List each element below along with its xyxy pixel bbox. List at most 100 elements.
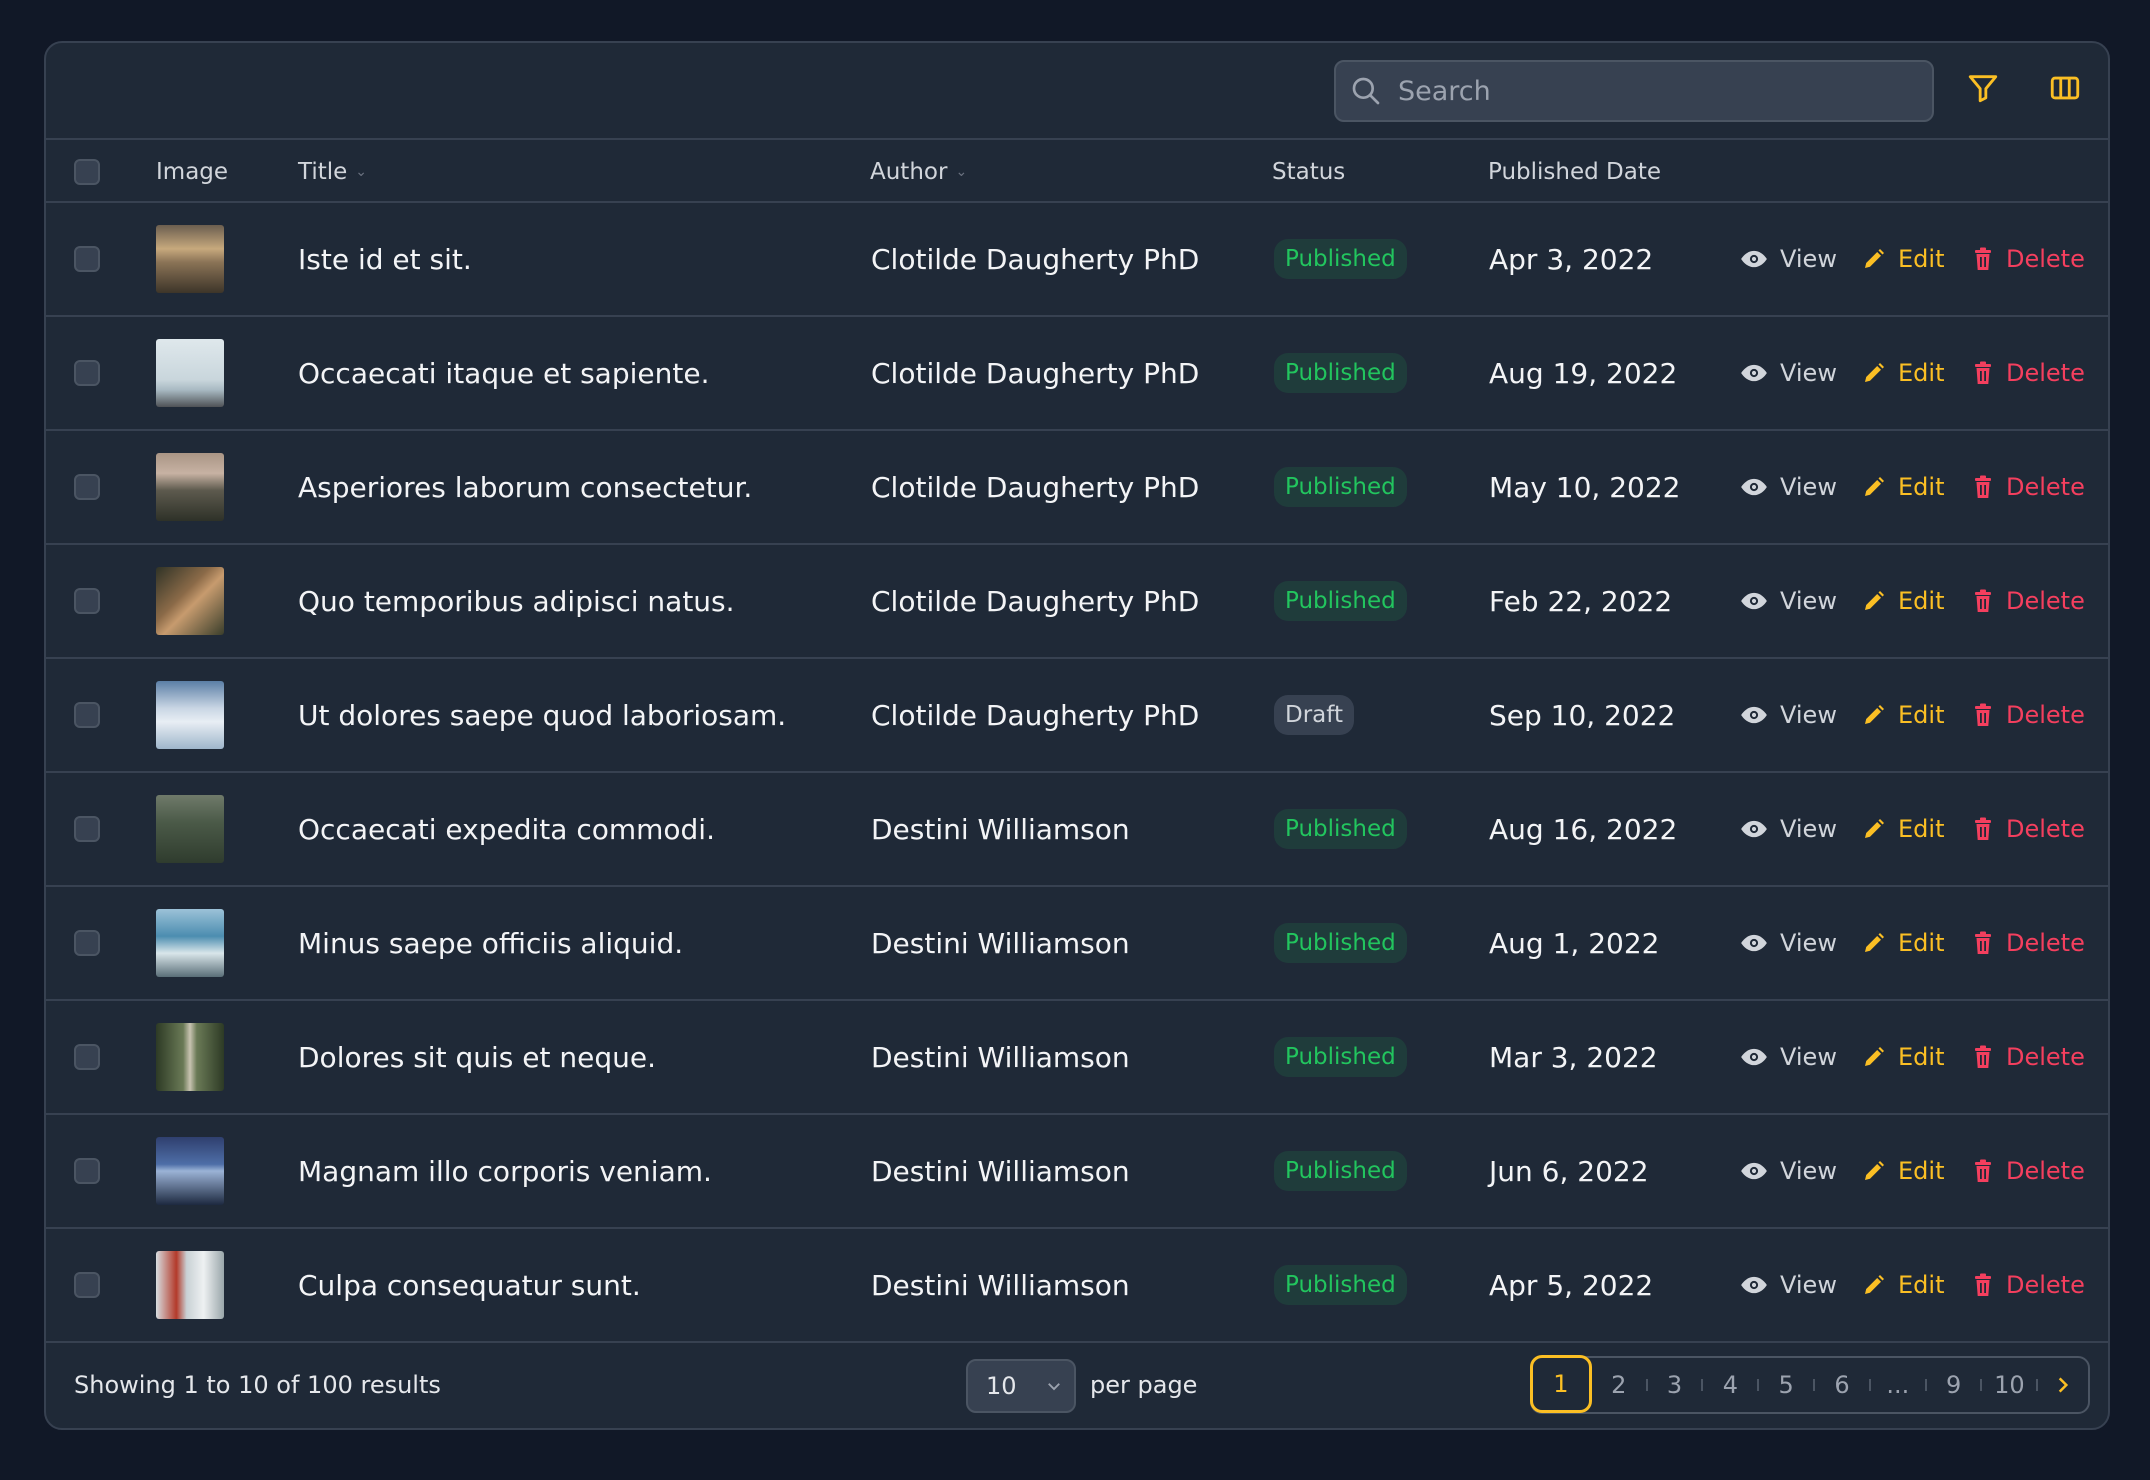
pencil-icon [1865, 1275, 1884, 1294]
view-button[interactable]: View [1740, 1157, 1837, 1185]
row-edit-cell: Edit [1862, 1229, 1944, 1341]
table-row: Asperiores laborum consectetur. Clotilde… [46, 431, 2108, 545]
row-checkbox[interactable] [74, 930, 100, 956]
view-button[interactable]: View [1740, 473, 1837, 501]
post-thumbnail[interactable] [156, 567, 224, 635]
table-row: Magnam illo corporis veniam. Destini Wil… [46, 1115, 2108, 1229]
post-title[interactable]: Occaecati expedita commodi. [298, 773, 715, 885]
chevron-right-icon [2058, 1377, 2069, 1393]
header-published-date: Published Date [1488, 140, 1661, 203]
post-title[interactable]: Magnam illo corporis veniam. [298, 1115, 712, 1227]
view-button[interactable]: View [1740, 359, 1837, 387]
edit-button[interactable]: Edit [1862, 473, 1944, 501]
delete-label: Delete [2006, 701, 2085, 729]
post-thumbnail[interactable] [156, 1137, 224, 1205]
edit-button[interactable]: Edit [1862, 1157, 1944, 1185]
post-title[interactable]: Culpa consequatur sunt. [298, 1229, 641, 1341]
post-thumbnail[interactable] [156, 681, 224, 749]
delete-button[interactable]: Delete [1972, 1271, 2085, 1299]
filter-icon[interactable] [1966, 71, 2000, 109]
edit-label: Edit [1898, 815, 1945, 843]
view-button[interactable]: View [1740, 1271, 1837, 1299]
edit-button[interactable]: Edit [1862, 815, 1944, 843]
page-button-1[interactable]: 1 [1530, 1355, 1592, 1413]
delete-button[interactable]: Delete [1972, 929, 2085, 957]
header-title[interactable]: Title ⌄ [298, 140, 367, 203]
edit-button[interactable]: Edit [1862, 701, 1944, 729]
page-button-9[interactable]: 9 [1927, 1358, 1981, 1412]
post-title[interactable]: Quo temporibus adipisci natus. [298, 545, 735, 657]
view-button[interactable]: View [1740, 929, 1837, 957]
delete-button[interactable]: Delete [1972, 815, 2085, 843]
edit-button[interactable]: Edit [1862, 245, 1944, 273]
post-title[interactable]: Asperiores laborum consectetur. [298, 431, 752, 543]
view-button[interactable]: View [1740, 245, 1837, 273]
row-view-cell: View [1740, 545, 1837, 657]
row-status-cell: Published [1274, 887, 1407, 999]
post-thumbnail[interactable] [156, 1023, 224, 1091]
row-checkbox[interactable] [74, 1158, 100, 1184]
row-checkbox[interactable] [74, 246, 100, 272]
header-author[interactable]: Author ⌄ [870, 140, 967, 203]
pencil-icon [1865, 819, 1884, 838]
row-checkbox[interactable] [74, 474, 100, 500]
post-published-date: May 10, 2022 [1489, 470, 1681, 504]
view-button[interactable]: View [1740, 587, 1837, 615]
post-title[interactable]: Minus saepe officiis aliquid. [298, 887, 683, 999]
edit-button[interactable]: Edit [1862, 587, 1944, 615]
trash-icon [1975, 475, 1991, 498]
status-badge: Published [1274, 353, 1407, 393]
delete-label: Delete [2006, 245, 2085, 273]
delete-button[interactable]: Delete [1972, 473, 2085, 501]
row-edit-cell: Edit [1862, 1001, 1944, 1113]
per-page-select[interactable]: 10 [966, 1359, 1076, 1413]
next-page-button[interactable] [2038, 1358, 2088, 1412]
edit-button[interactable]: Edit [1862, 1271, 1944, 1299]
delete-button[interactable]: Delete [1972, 1043, 2085, 1071]
trash-icon [1975, 247, 1991, 270]
edit-button[interactable]: Edit [1862, 359, 1944, 387]
post-thumbnail[interactable] [156, 453, 224, 521]
select-all-checkbox[interactable] [74, 158, 100, 185]
edit-label: Edit [1898, 359, 1945, 387]
row-checkbox[interactable] [74, 816, 100, 842]
page-button-2[interactable]: 2 [1592, 1358, 1646, 1412]
row-checkbox[interactable] [74, 588, 100, 614]
post-title[interactable]: Ut dolores saepe quod laboriosam. [298, 659, 786, 771]
row-checkbox[interactable] [74, 702, 100, 728]
view-label: View [1780, 701, 1837, 729]
row-edit-cell: Edit [1862, 1115, 1944, 1227]
delete-button[interactable]: Delete [1972, 245, 2085, 273]
post-thumbnail[interactable] [156, 795, 224, 863]
columns-icon[interactable] [2048, 71, 2082, 109]
delete-button[interactable]: Delete [1972, 587, 2085, 615]
post-thumbnail[interactable] [156, 909, 224, 977]
row-delete-cell: Delete [1972, 659, 2085, 771]
post-thumbnail[interactable] [156, 1251, 224, 1319]
edit-button[interactable]: Edit [1862, 1043, 1944, 1071]
row-checkbox[interactable] [74, 1272, 100, 1298]
post-title[interactable]: Dolores sit quis et neque. [298, 1001, 656, 1113]
row-checkbox[interactable] [74, 1044, 100, 1070]
search-box[interactable] [1334, 60, 1934, 122]
post-title[interactable]: Occaecati itaque et sapiente. [298, 317, 709, 429]
search-input[interactable] [1398, 62, 1918, 120]
edit-button[interactable]: Edit [1862, 929, 1944, 957]
page-button-10[interactable]: 10 [1982, 1358, 2036, 1412]
page-button-3[interactable]: 3 [1648, 1358, 1702, 1412]
view-button[interactable]: View [1740, 701, 1837, 729]
delete-button[interactable]: Delete [1972, 1157, 2085, 1185]
page-button-5[interactable]: 5 [1759, 1358, 1813, 1412]
delete-button[interactable]: Delete [1972, 359, 2085, 387]
pencil-icon [1865, 705, 1884, 724]
eye-icon [1741, 250, 1767, 268]
row-checkbox[interactable] [74, 360, 100, 386]
post-thumbnail[interactable] [156, 339, 224, 407]
post-title[interactable]: Iste id et sit. [298, 203, 472, 315]
view-button[interactable]: View [1740, 1043, 1837, 1071]
post-thumbnail[interactable] [156, 225, 224, 293]
page-button-6[interactable]: 6 [1815, 1358, 1869, 1412]
delete-button[interactable]: Delete [1972, 701, 2085, 729]
view-button[interactable]: View [1740, 815, 1837, 843]
page-button-4[interactable]: 4 [1703, 1358, 1757, 1412]
